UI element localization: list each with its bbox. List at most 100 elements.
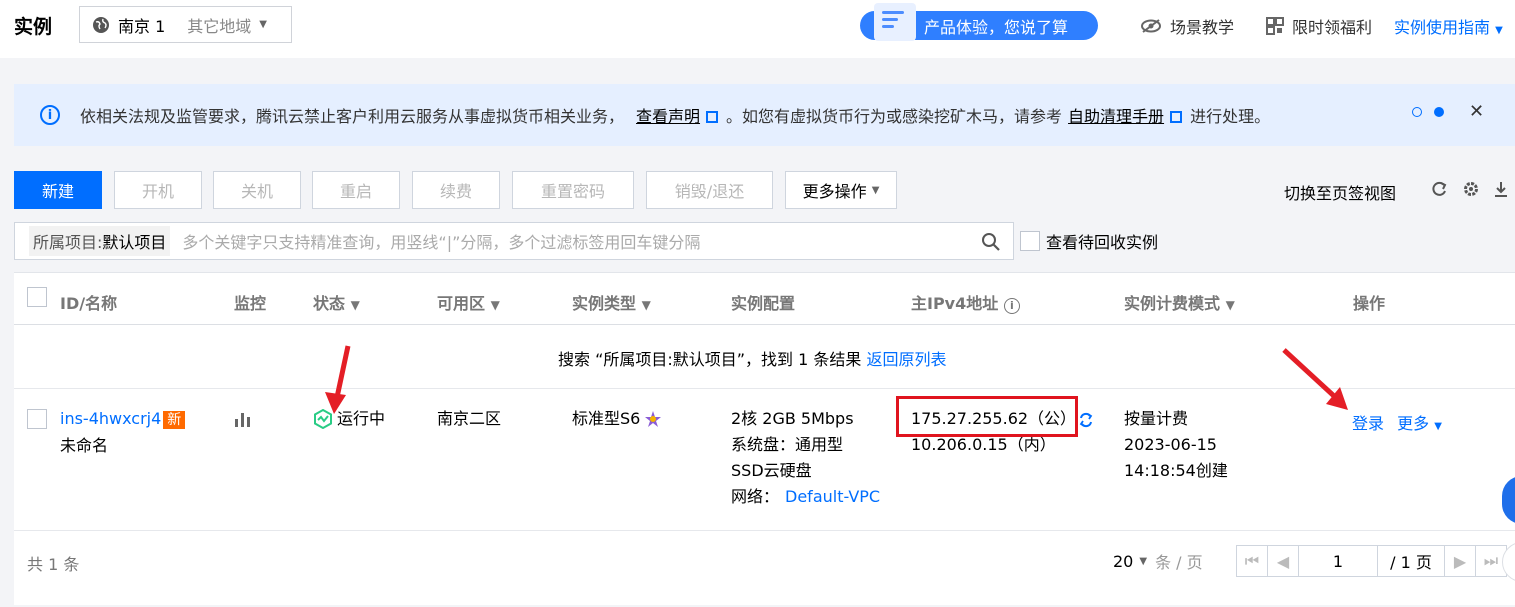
col-billing[interactable]: 实例计费模式 ▼ [1124,290,1235,314]
switch-view-link[interactable]: 切换至页签视图 [1284,180,1396,204]
qr-icon [1266,17,1284,35]
row-checkbox[interactable] [27,409,47,429]
welfare-link[interactable]: 限时领福利 [1266,14,1372,38]
col-action: 操作 [1353,294,1386,313]
destroy-button[interactable]: 销毁/退还 [646,171,773,209]
private-ip[interactable]: 10.206.0.15（内） [911,435,1056,454]
create-button[interactable]: 新建 [14,171,102,209]
bar-chart-icon[interactable] [234,411,252,427]
instance-id-link[interactable]: ins-4hwxcrj4 [60,409,161,428]
prev-page-button[interactable]: ◀ [1267,545,1299,577]
cleanup-manual-link[interactable]: 自助清理手册 [1068,103,1164,127]
feedback-icon [874,3,916,41]
external-link-icon [706,111,719,123]
login-link[interactable]: 登录 [1352,414,1384,433]
action-cell: 登录 更多 ▼ [1352,411,1442,440]
carousel-dot[interactable] [1412,107,1422,117]
recycle-toggle[interactable]: 查看待回收实例 [1020,229,1158,253]
total-pages: / 1 页 [1377,545,1445,577]
instance-id-cell: ins-4hwxcrj4 新 未命名 [60,406,186,459]
notice-banner: i 依相关法规及监管要求，腾讯云禁止客户利用云服务从事虚拟货币相关业务， 查看声… [14,84,1515,146]
more-link[interactable]: 更多 ▼ [1397,414,1442,433]
config-line: 系统盘：通用型 [731,435,844,454]
filter-icon[interactable]: ▼ [1226,298,1235,312]
chevron-down-icon: ▼ [259,19,267,30]
col-id: ID/名称 [60,294,118,313]
type-text: 标准型S6 [572,409,641,428]
search-result-text: 搜索 “所属项目:默认项目”，找到 1 条结果 [558,350,862,369]
header-divider [14,324,1515,325]
region-other[interactable]: 其它地域 [187,13,251,37]
page-title: 实例 [14,16,53,38]
recycle-label: 查看待回收实例 [1046,233,1159,252]
col-status[interactable]: 状态 ▼ [313,290,360,314]
highlight-box [896,396,1078,437]
col-ip-label: 主IPv4地址 [911,294,999,313]
more-actions-button[interactable]: 更多操作 ▼ [785,171,897,209]
tutorial-label: 场景教学 [1170,18,1235,37]
filter-tag-key: 所属项目: [33,233,103,252]
region-selector[interactable]: 南京 1 其它地域 ▼ [79,6,292,43]
start-button[interactable]: 开机 [114,171,202,209]
close-icon[interactable]: ✕ [1469,101,1484,122]
col-status-label: 状态 [313,294,346,313]
billing-cell: 按量计费 2023-06-15 14:18:54创建 [1124,406,1228,484]
filter-tag[interactable]: 所属项目:默认项目 [29,226,171,256]
col-billing-label: 实例计费模式 [1124,294,1221,313]
page-size-select[interactable]: 20 ▼ 条 / 页 [1113,549,1203,573]
reset-password-button[interactable]: 重置密码 [512,171,634,209]
total-count: 共 1 条 [27,555,80,574]
chevron-down-icon: ▼ [1495,25,1503,36]
stop-button[interactable]: 关机 [213,171,301,209]
col-type[interactable]: 实例类型 ▼ [572,290,651,314]
carousel-dots[interactable] [1412,107,1444,117]
globe-icon [93,16,109,33]
restart-button[interactable]: 重启 [312,171,400,209]
statement-link[interactable]: 查看声明 [636,103,700,127]
col-monitor: 监控 [234,294,267,313]
carousel-dot-active[interactable] [1434,107,1444,117]
refresh-icon[interactable] [1430,180,1448,198]
search-icon[interactable] [981,232,1001,252]
per-page-label: 条 / 页 [1155,553,1203,572]
gear-icon[interactable] [1462,180,1480,198]
filter-icon[interactable]: ▼ [491,298,500,312]
col-ip: 主IPv4地址 i [911,290,1020,314]
page-size-value: 20 [1113,551,1134,571]
next-page-button[interactable]: ▶ [1444,545,1476,577]
eye-icon [1141,19,1161,33]
welfare-label: 限时领福利 [1292,18,1373,37]
zone-cell: 南京二区 [437,409,502,428]
filter-icon[interactable]: ▼ [642,298,651,312]
search-bar[interactable]: 所属项目:默认项目 多个关键字只支持精准查询，用竖线“|”分隔，多个过滤标签用回… [14,222,1014,260]
page-input[interactable]: 1 [1298,545,1378,577]
renew-button[interactable]: 续费 [412,171,500,209]
col-zone[interactable]: 可用区 ▼ [437,290,500,314]
info-icon: i [40,105,60,125]
search-input[interactable]: 多个关键字只支持精准查询，用竖线“|”分隔，多个过滤标签用回车键分隔 [182,229,700,253]
more-actions-label: 更多操作 [802,182,867,201]
config-line: SSD云硬盘 [731,461,812,480]
instance-name[interactable]: 未命名 [60,436,108,455]
select-all-checkbox[interactable] [27,287,47,307]
recycle-checkbox[interactable] [1020,231,1040,251]
swap-icon[interactable] [1078,412,1094,428]
info-icon[interactable]: i [1003,298,1020,314]
first-page-button[interactable]: ⏮ [1236,545,1268,577]
type-cell: 标准型S6 [572,406,662,432]
external-link-icon [1170,111,1183,123]
col-type-label: 实例类型 [572,294,637,313]
tutorial-link[interactable]: 场景教学 [1140,14,1234,38]
chevron-down-icon: ▼ [1139,555,1148,567]
spec-icon [645,411,662,427]
config-cell: 2核 2GB 5Mbps 系统盘：通用型 SSD云硬盘 网络： Default-V… [731,406,880,510]
notice-text-2: 。如您有虚拟货币行为或感染挖矿木马，请参考 [726,107,1063,126]
billing-mode: 按量计费 [1124,409,1189,428]
search-result-info: 搜索 “所属项目:默认项目”，找到 1 条结果 返回原列表 [558,346,947,370]
download-icon[interactable] [1494,180,1508,198]
filter-icon[interactable]: ▼ [351,298,360,312]
annotation-arrow [1282,348,1348,410]
back-to-list-link[interactable]: 返回原列表 [867,350,947,369]
guide-link[interactable]: 实例使用指南 ▼ [1394,14,1503,38]
network-link[interactable]: Default-VPC [785,487,880,506]
